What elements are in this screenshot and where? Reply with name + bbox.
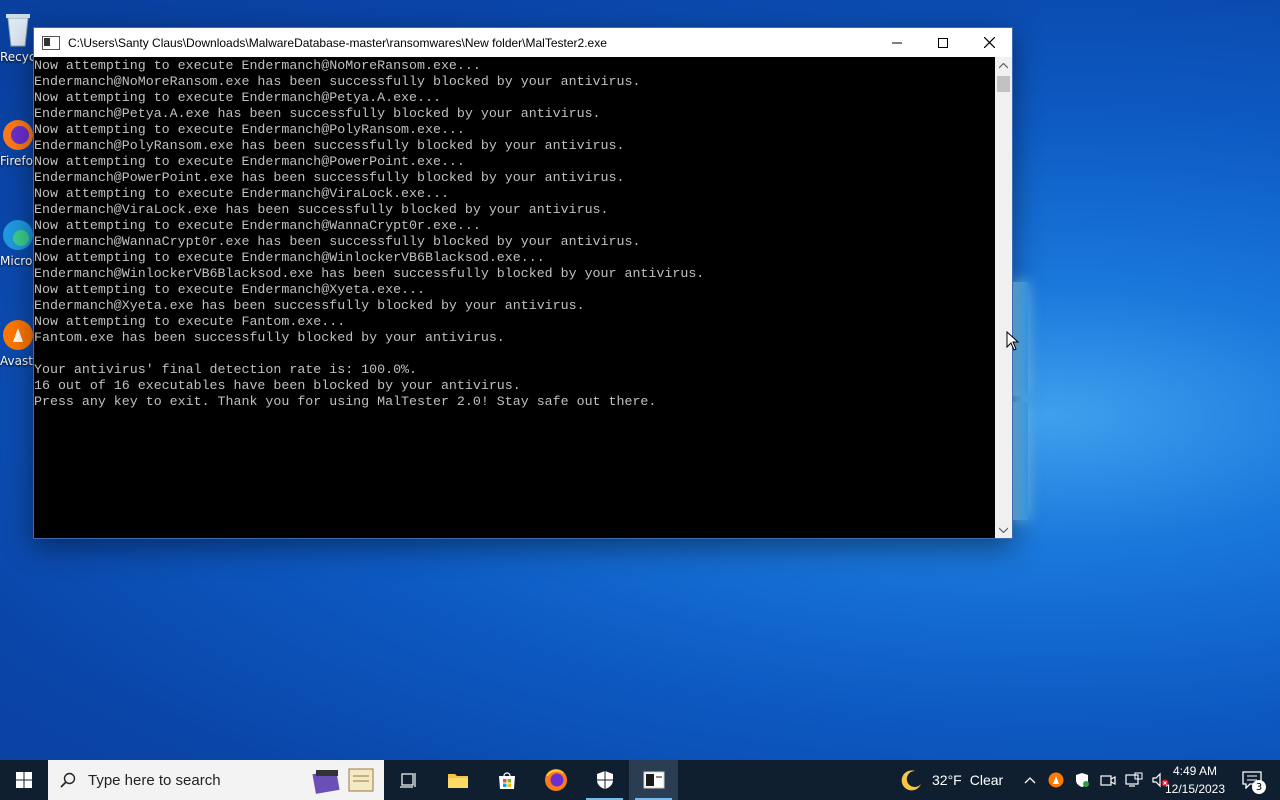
taskbar-firefox[interactable] — [531, 760, 580, 800]
network-icon — [1125, 772, 1143, 787]
console-line: Endermanch@Xyeta.exe has been successful… — [34, 298, 585, 313]
taskbar-microsoft-store[interactable] — [482, 760, 531, 800]
notification-count-badge: 3 — [1252, 780, 1266, 794]
taskbar-search-box[interactable]: Type here to search — [48, 760, 384, 800]
search-icon — [60, 772, 76, 788]
taskbar-clock[interactable]: 4:49 AM 12/15/2023 — [1162, 762, 1228, 798]
clock-time: 4:49 AM — [1172, 764, 1218, 778]
weather-temperature: 32°F — [932, 772, 962, 788]
vertical-scrollbar[interactable] — [995, 57, 1012, 538]
console-line: Now attempting to execute Endermanch@Pol… — [34, 122, 465, 137]
taskbar: Type here to search 32°F Clear 4:49 AM 1… — [0, 760, 1280, 800]
close-icon — [983, 37, 995, 48]
notification-center-button[interactable]: 3 — [1234, 760, 1270, 800]
console-line: Now attempting to execute Endermanch@Pow… — [34, 154, 465, 169]
console-line: Now attempting to execute Endermanch@Pet… — [34, 90, 441, 105]
chevron-up-icon — [1024, 777, 1036, 784]
taskbar-windows-security[interactable] — [580, 760, 629, 800]
desktop-icon-edge[interactable]: Microsoft Edge — [0, 218, 36, 268]
tray-meet-now[interactable] — [1098, 770, 1118, 790]
console-line: Press any key to exit. Thank you for usi… — [34, 394, 657, 409]
console-line: Fantom.exe has been successfully blocked… — [34, 330, 505, 345]
console-window[interactable]: C:\Users\Santy Claus\Downloads\MalwareDa… — [33, 27, 1013, 539]
tray-security[interactable] — [1072, 770, 1092, 790]
console-line: Now attempting to execute Fantom.exe... — [34, 314, 346, 329]
console-line: Endermanch@PowerPoint.exe has been succe… — [34, 170, 625, 185]
console-line: Endermanch@WannaCrypt0r.exe has been suc… — [34, 234, 641, 249]
console-line: Now attempting to execute Endermanch@Vir… — [34, 186, 449, 201]
moon-icon — [901, 770, 921, 791]
console-line: Endermanch@WinlockerVB6Blacksod.exe has … — [34, 266, 705, 281]
desktop-icon-recycle-bin[interactable]: Recycle Bin — [0, 8, 36, 64]
windows-wallpaper-logo — [1010, 282, 1030, 522]
window-title: C:\Users\Santy Claus\Downloads\MalwareDa… — [68, 35, 607, 50]
firefox-icon — [544, 769, 567, 791]
console-line: Now attempting to execute Endermanch@Win… — [34, 250, 545, 265]
console-line: Now attempting to execute Endermanch@Wan… — [34, 218, 481, 233]
desktop-icon-firefox[interactable]: Firefox — [0, 118, 36, 168]
task-view-icon — [399, 773, 416, 788]
tray-avast[interactable] — [1046, 770, 1066, 790]
firefox-icon — [1, 118, 35, 152]
shield-icon — [1076, 773, 1089, 787]
weather-widget[interactable]: 32°F Clear — [900, 760, 1003, 800]
close-button[interactable] — [966, 28, 1012, 57]
edge-icon — [1, 218, 35, 252]
search-highlight-art — [312, 766, 376, 794]
avast-icon — [1, 318, 35, 352]
scrollbar-thumb[interactable] — [997, 76, 1010, 92]
system-tray — [1020, 760, 1170, 800]
tray-network[interactable] — [1124, 770, 1144, 790]
clock-date: 12/15/2023 — [1164, 782, 1226, 796]
console-line: Endermanch@PolyRansom.exe has been succe… — [34, 138, 625, 153]
folder-icon — [447, 774, 468, 788]
minimize-icon — [892, 42, 902, 43]
maximize-button[interactable] — [920, 28, 966, 57]
search-placeholder: Type here to search — [88, 771, 221, 789]
console-output[interactable]: Now attempting to execute Endermanch@NoM… — [34, 57, 994, 539]
console-line: Your antivirus' final detection rate is:… — [34, 362, 418, 377]
chevron-down-icon — [999, 527, 1008, 533]
console-line: Endermanch@ViraLock.exe has been success… — [34, 202, 609, 217]
windows-start-icon — [16, 772, 32, 788]
shield-icon — [596, 771, 613, 789]
store-icon — [498, 772, 515, 789]
taskbar-file-explorer[interactable] — [433, 760, 482, 800]
console-line: Now attempting to execute Endermanch@NoM… — [34, 58, 481, 73]
task-view-button[interactable] — [384, 760, 433, 800]
weather-description: Clear — [969, 772, 1004, 788]
start-button[interactable] — [0, 760, 48, 800]
console-line: Now attempting to execute Endermanch@Xye… — [34, 282, 425, 297]
mouse-cursor-icon — [1006, 330, 1020, 355]
console-app-icon — [42, 35, 60, 50]
avast-icon — [1048, 772, 1064, 788]
console-line: 16 out of 16 executables have been block… — [34, 378, 521, 393]
console-line: Endermanch@Petya.A.exe has been successf… — [34, 106, 601, 121]
scroll-up-button[interactable] — [995, 57, 1012, 74]
scroll-down-button[interactable] — [995, 521, 1012, 538]
recycle-bin-icon — [2, 8, 34, 48]
console-icon — [643, 771, 664, 789]
taskbar-console[interactable] — [629, 760, 678, 800]
desktop-icon-avast[interactable]: Avast Antivirus — [0, 318, 36, 368]
window-titlebar[interactable]: C:\Users\Santy Claus\Downloads\MalwareDa… — [34, 28, 1012, 57]
chevron-up-icon — [999, 62, 1008, 68]
minimize-button[interactable] — [874, 28, 920, 57]
camera-icon — [1100, 775, 1116, 786]
console-line: Endermanch@NoMoreRansom.exe has been suc… — [34, 74, 641, 89]
show-hidden-icons-button[interactable] — [1020, 770, 1040, 790]
maximize-icon — [938, 37, 948, 48]
